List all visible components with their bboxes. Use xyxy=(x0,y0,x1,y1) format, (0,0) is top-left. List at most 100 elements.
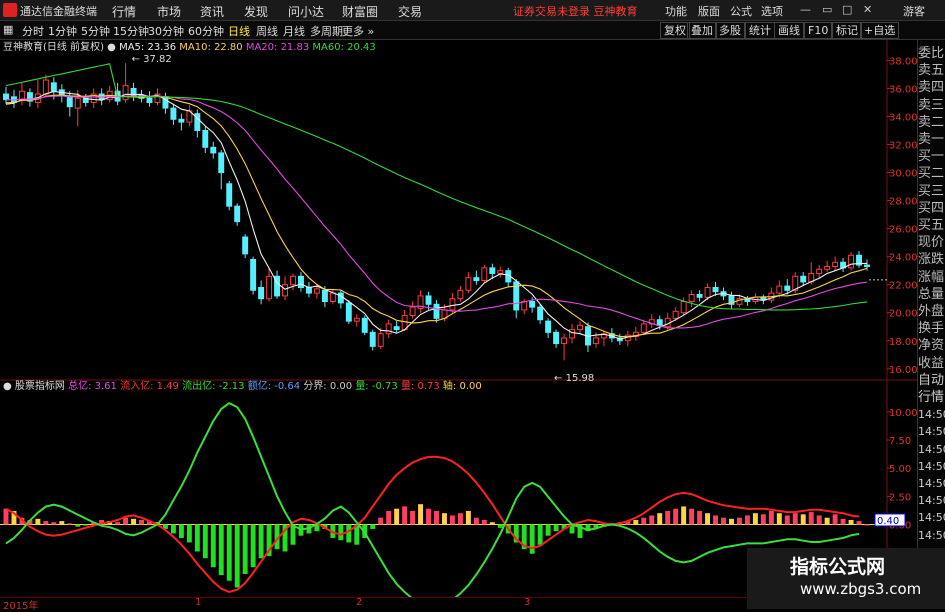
grid-icon[interactable]: ▦ xyxy=(3,23,13,36)
histogram-bar xyxy=(840,518,846,525)
period-tab-8[interactable]: 月线 xyxy=(283,23,305,39)
time-tick: 1 xyxy=(195,597,202,608)
histogram-bar xyxy=(123,517,129,525)
candle-body xyxy=(433,303,440,319)
histogram-bar xyxy=(832,514,838,525)
side-item: 14:50 xyxy=(918,408,945,422)
period-tab-1[interactable]: 1分钟 xyxy=(48,23,77,39)
candle-body xyxy=(329,292,336,303)
histogram-bar xyxy=(689,508,695,525)
candle-body xyxy=(553,331,560,345)
guest-label[interactable]: 游客 xyxy=(903,3,925,19)
histogram-bar xyxy=(457,513,463,525)
period-tab-2[interactable]: 5分钟 xyxy=(81,23,110,39)
menu-faxian[interactable]: 发现 xyxy=(244,3,268,20)
price-axis-label: 32.00 xyxy=(889,141,917,152)
login-notice[interactable]: 证券交易未登录 豆神教育 xyxy=(513,3,638,19)
menu-wenxiaoda[interactable]: 问小达 xyxy=(288,3,324,20)
side-item: 14:50 xyxy=(918,442,945,456)
menu-gongshi[interactable]: 公式 xyxy=(730,3,752,19)
app-logo-icon xyxy=(3,3,17,17)
app-title: 通达信金融终端 xyxy=(20,5,97,18)
toolbar-button-7[interactable]: +自选 xyxy=(860,22,900,39)
period-tab-6[interactable]: 日线 xyxy=(228,23,250,39)
side-item: 现价 xyxy=(918,235,945,251)
toolbar-button-4[interactable]: 画线 xyxy=(774,22,804,39)
candle-body xyxy=(74,97,81,109)
side-item: 14:50 xyxy=(918,528,945,542)
histogram-bar xyxy=(705,513,711,525)
period-tab-10[interactable]: 更多 » xyxy=(342,23,374,39)
histogram-bar xyxy=(194,524,200,552)
period-tab-9[interactable]: 多周期 xyxy=(310,23,343,39)
period-tab-7[interactable]: 周线 xyxy=(256,23,278,39)
histogram-bar xyxy=(3,508,9,525)
toolbar-button-2[interactable]: 多股 xyxy=(715,22,745,39)
restore-icon[interactable]: ▭ xyxy=(822,3,832,16)
period-tab-0[interactable]: 分时 xyxy=(22,23,44,39)
low-price-label: ← 15.98 xyxy=(554,373,594,384)
menu-banmian[interactable]: 版面 xyxy=(698,3,720,19)
candle-body xyxy=(146,97,153,103)
histogram-bar xyxy=(497,524,503,528)
close-icon[interactable]: ✕ xyxy=(863,3,872,16)
side-item: 净资 xyxy=(918,338,945,354)
candle-body xyxy=(18,90,25,101)
candle-body xyxy=(425,295,432,305)
toolbar-button-0[interactable]: 复权 xyxy=(660,22,690,39)
menu-gongneng[interactable]: 功能 xyxy=(665,3,687,19)
menu-xuanxiang[interactable]: 选项 xyxy=(761,3,783,19)
side-item: 总量 xyxy=(918,286,945,302)
histogram-bar xyxy=(736,517,742,525)
candle-body xyxy=(569,329,575,339)
maximize-icon[interactable]: □ xyxy=(842,3,852,16)
period-tab-5[interactable]: 60分钟 xyxy=(188,23,224,39)
minimize-icon[interactable]: — xyxy=(800,3,811,16)
candle-body xyxy=(178,118,185,123)
side-item: 买二 xyxy=(918,166,945,182)
price-axis-label: 18.00 xyxy=(889,337,917,348)
price-axis-label: 24.00 xyxy=(889,253,917,264)
side-item: 14:50 xyxy=(918,425,945,439)
menu-shichang[interactable]: 市场 xyxy=(157,3,181,20)
candle-body xyxy=(345,302,352,322)
histogram-bar xyxy=(394,508,400,525)
candle-body xyxy=(816,268,823,274)
candle-body xyxy=(305,286,312,294)
histogram-bar xyxy=(489,522,495,525)
histogram-bar xyxy=(729,518,734,525)
menu-zixun[interactable]: 资讯 xyxy=(200,3,224,20)
histogram-bar xyxy=(481,519,487,525)
side-item: 行情 xyxy=(918,390,945,405)
histogram-bar xyxy=(800,514,806,525)
histogram-bar xyxy=(426,508,431,525)
histogram-bar xyxy=(346,524,352,543)
candle-body xyxy=(465,277,472,291)
menu-caifuquan[interactable]: 财富圈 xyxy=(342,3,378,20)
period-tab-3[interactable]: 15分钟 xyxy=(113,23,149,39)
chart-area[interactable]: 38.00 36.00 34.00 32.00 30.00 28.00 26.00 24.00… xyxy=(0,40,917,597)
menu-hangqing[interactable]: 行情 xyxy=(112,3,136,20)
price-axis-label: 22.00 xyxy=(889,281,917,292)
histogram-bar xyxy=(370,524,376,529)
toolbar-button-3[interactable]: 统计 xyxy=(745,22,775,39)
histogram-bar xyxy=(864,524,870,526)
histogram-bar xyxy=(202,524,208,559)
side-item: 14:50 xyxy=(918,459,945,473)
current-value-label: 0.40 xyxy=(877,516,899,527)
histogram-bar xyxy=(170,524,176,534)
candle-body xyxy=(672,310,679,319)
menu-jiaoyi[interactable]: 交易 xyxy=(398,3,422,20)
candle-body xyxy=(377,333,384,347)
histogram-bar xyxy=(131,518,137,525)
high-price-label: ← 37.82 xyxy=(132,54,172,65)
candle-body xyxy=(449,298,456,311)
toolbar-button-1[interactable]: 叠加 xyxy=(687,22,717,39)
side-item: 买三 xyxy=(918,183,945,199)
candle-body xyxy=(258,286,265,300)
candle-body xyxy=(298,275,304,288)
histogram-bar xyxy=(186,524,192,543)
toolbar-button-6[interactable]: 标记 xyxy=(832,22,862,39)
toolbar-button-5[interactable]: F10 xyxy=(804,22,833,39)
period-tab-4[interactable]: 30分钟 xyxy=(148,23,184,39)
